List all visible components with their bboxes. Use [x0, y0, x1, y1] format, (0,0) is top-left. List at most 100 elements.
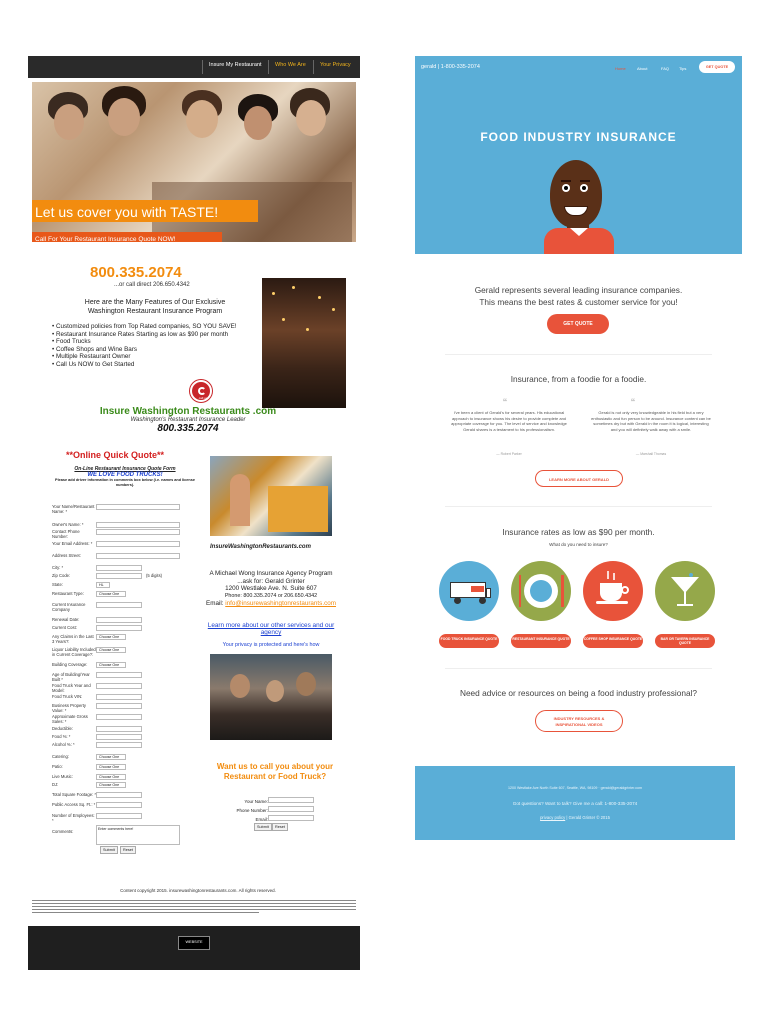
- form-input[interactable]: [96, 573, 142, 579]
- form-input[interactable]: [96, 742, 142, 748]
- coffee-shop-quote-button[interactable]: COFFEE SHOP INSURANCE QUOTE: [583, 634, 643, 648]
- footer-address: 1200 Westlake Ave North Suite 607, Seatt…: [507, 786, 643, 790]
- website-badge[interactable]: WEBSITE: [178, 936, 210, 950]
- form-select[interactable]: Choose One: [96, 634, 126, 640]
- foodie-heading: Insurance, from a foodie for a foodie.: [510, 374, 647, 384]
- form-input[interactable]: [96, 602, 142, 608]
- nav-home[interactable]: Home: [615, 66, 626, 71]
- comments-textarea[interactable]: Enter comments here!: [96, 825, 180, 845]
- martini-icon[interactable]: [655, 561, 715, 621]
- left-copyright: Content copyright 2015. insurewashington…: [120, 888, 276, 893]
- quote-reset-button[interactable]: Reset: [120, 846, 136, 854]
- form-input[interactable]: [96, 625, 142, 631]
- callback-submit-button[interactable]: Submit: [254, 823, 272, 831]
- right-hero: gerald | 1-800-335-2074 Home About FAQ T…: [415, 56, 742, 254]
- form-select[interactable]: Choose One: [96, 764, 126, 770]
- form-label: Address Street:: [52, 553, 81, 558]
- form-input[interactable]: [96, 802, 142, 808]
- divider: [445, 668, 712, 669]
- email-link[interactable]: info@insurewashingtonrestaurants.com: [225, 600, 336, 607]
- form-input[interactable]: [96, 813, 142, 819]
- form-input[interactable]: [96, 553, 180, 559]
- form-input[interactable]: [96, 683, 142, 689]
- form-input[interactable]: [96, 714, 142, 720]
- gerald-avatar-icon: [550, 160, 602, 228]
- form-input[interactable]: [96, 726, 142, 732]
- form-label: Patio:: [52, 764, 63, 769]
- food-truck-quote-button[interactable]: FOOD TRUCK INSURANCE QUOTE: [439, 634, 499, 648]
- form-input[interactable]: [96, 522, 180, 528]
- testimonial-2-author: — Marshall Thomas: [635, 452, 667, 456]
- divider: [445, 506, 712, 507]
- form-label: DJ:: [52, 782, 59, 787]
- form-input[interactable]: [96, 529, 180, 535]
- nav-about[interactable]: About: [637, 66, 647, 71]
- form-input[interactable]: [96, 565, 142, 571]
- form-input[interactable]: [96, 703, 142, 709]
- nav-separator: [202, 60, 203, 74]
- restaurant-interior-photo: [262, 278, 346, 408]
- main-phone[interactable]: 800.335.2074: [90, 264, 182, 281]
- quote-form-intro: On-Line Restaurant Insurance Quote Form …: [55, 466, 195, 487]
- form-select[interactable]: Choose One: [96, 647, 126, 653]
- form-input[interactable]: [96, 694, 142, 700]
- form-input[interactable]: [96, 672, 142, 678]
- form-label: Business Property Value: *: [52, 703, 86, 713]
- form-label: Your Name/Restaurant Name: *: [52, 504, 95, 514]
- coffee-cup-icon[interactable]: [583, 561, 643, 621]
- seo-keyword-block: [32, 898, 356, 920]
- nav-insure-my-restaurant[interactable]: Insure My Restaurant: [209, 62, 262, 68]
- call-us-phone-icon[interactable]: call us: [190, 380, 212, 402]
- zip-hint: (5 digits): [146, 573, 163, 578]
- privacy-policy-link[interactable]: privacy policy: [540, 815, 565, 820]
- restaurant-quote-button[interactable]: RESTAURANT INSURANCE QUOTE: [511, 634, 571, 648]
- get-quote-top-button[interactable]: GET QUOTE: [699, 61, 735, 73]
- callback-phone-input[interactable]: [268, 806, 314, 812]
- hero-title: FOOD INDUSTRY INSURANCE: [480, 130, 677, 144]
- footer-legal: privacy policy | Gerald Grinter © 2015: [540, 815, 610, 820]
- hero-tagline: Let us cover you with TASTE!: [32, 200, 258, 222]
- callback-email-input[interactable]: [268, 815, 314, 821]
- nav-faq[interactable]: FAQ: [661, 66, 669, 71]
- form-label: Public Access Sq. Ft.: *: [52, 802, 96, 807]
- form-input[interactable]: [96, 541, 180, 547]
- nav-your-privacy[interactable]: Your Privacy: [320, 62, 351, 68]
- form-select[interactable]: Choose One: [96, 774, 126, 780]
- form-label: Contact Phone Number:: [52, 529, 80, 539]
- form-label: Food Truck VIN:: [52, 694, 83, 699]
- form-label: Number of Employees: *: [52, 813, 95, 823]
- form-input[interactable]: [96, 617, 142, 623]
- form-input[interactable]: [96, 504, 180, 510]
- food-truck-icon[interactable]: [439, 561, 499, 621]
- brand-phone[interactable]: gerald | 1-800-335-2074: [421, 64, 480, 70]
- hero-quote-cta[interactable]: Call For Your Restaurant Insurance Quote…: [32, 232, 222, 242]
- form-select[interactable]: Choose One: [96, 591, 126, 597]
- privacy-link[interactable]: Your privacy is protected and here's how: [200, 642, 342, 648]
- left-site-screenshot: Insure My Restaurant Who We Are Your Pri…: [28, 56, 360, 970]
- get-quote-button[interactable]: GET QUOTE: [547, 314, 609, 334]
- quote-submit-button[interactable]: Submit: [100, 846, 118, 854]
- callback-name-input[interactable]: [268, 797, 314, 803]
- callback-heading: Want us to call you about your Restauran…: [216, 762, 334, 781]
- nav-tips[interactable]: Tips: [679, 66, 686, 71]
- feature-item: • Multiple Restaurant Owner: [52, 353, 131, 360]
- bar-tavern-quote-button[interactable]: BAR OR TAVERN INSURANCE QUOTE: [655, 634, 715, 648]
- form-label: Current Cost:: [52, 625, 77, 630]
- nav-who-we-are[interactable]: Who We Are: [275, 62, 306, 68]
- plate-icon[interactable]: [511, 561, 571, 621]
- industry-resources-button[interactable]: INDUSTRY RESOURCES & INSPIRATIONAL VIDEO…: [535, 710, 623, 732]
- learn-more-link[interactable]: Learn more about our other services and …: [200, 622, 342, 636]
- callback-reset-button[interactable]: Reset: [272, 823, 288, 831]
- learn-more-gerald-button[interactable]: LEARN MORE ABOUT GERALD: [535, 470, 623, 487]
- form-select[interactable]: Choose One: [96, 754, 126, 760]
- form-select[interactable]: Choose One: [96, 662, 126, 668]
- form-select[interactable]: Choose One: [96, 782, 126, 788]
- feature-item: • Customized policies from Top Rated com…: [52, 323, 237, 330]
- divider: [445, 354, 712, 355]
- testimonial-2: Gerald is not only very knowledgeable in…: [591, 410, 711, 432]
- form-input[interactable]: [96, 734, 142, 740]
- rates-subheading: What do you need to insure?: [549, 542, 608, 547]
- state-select[interactable]: HL: [96, 582, 110, 588]
- form-input[interactable]: [96, 792, 142, 798]
- form-label: Total Square Footage: *: [52, 792, 96, 797]
